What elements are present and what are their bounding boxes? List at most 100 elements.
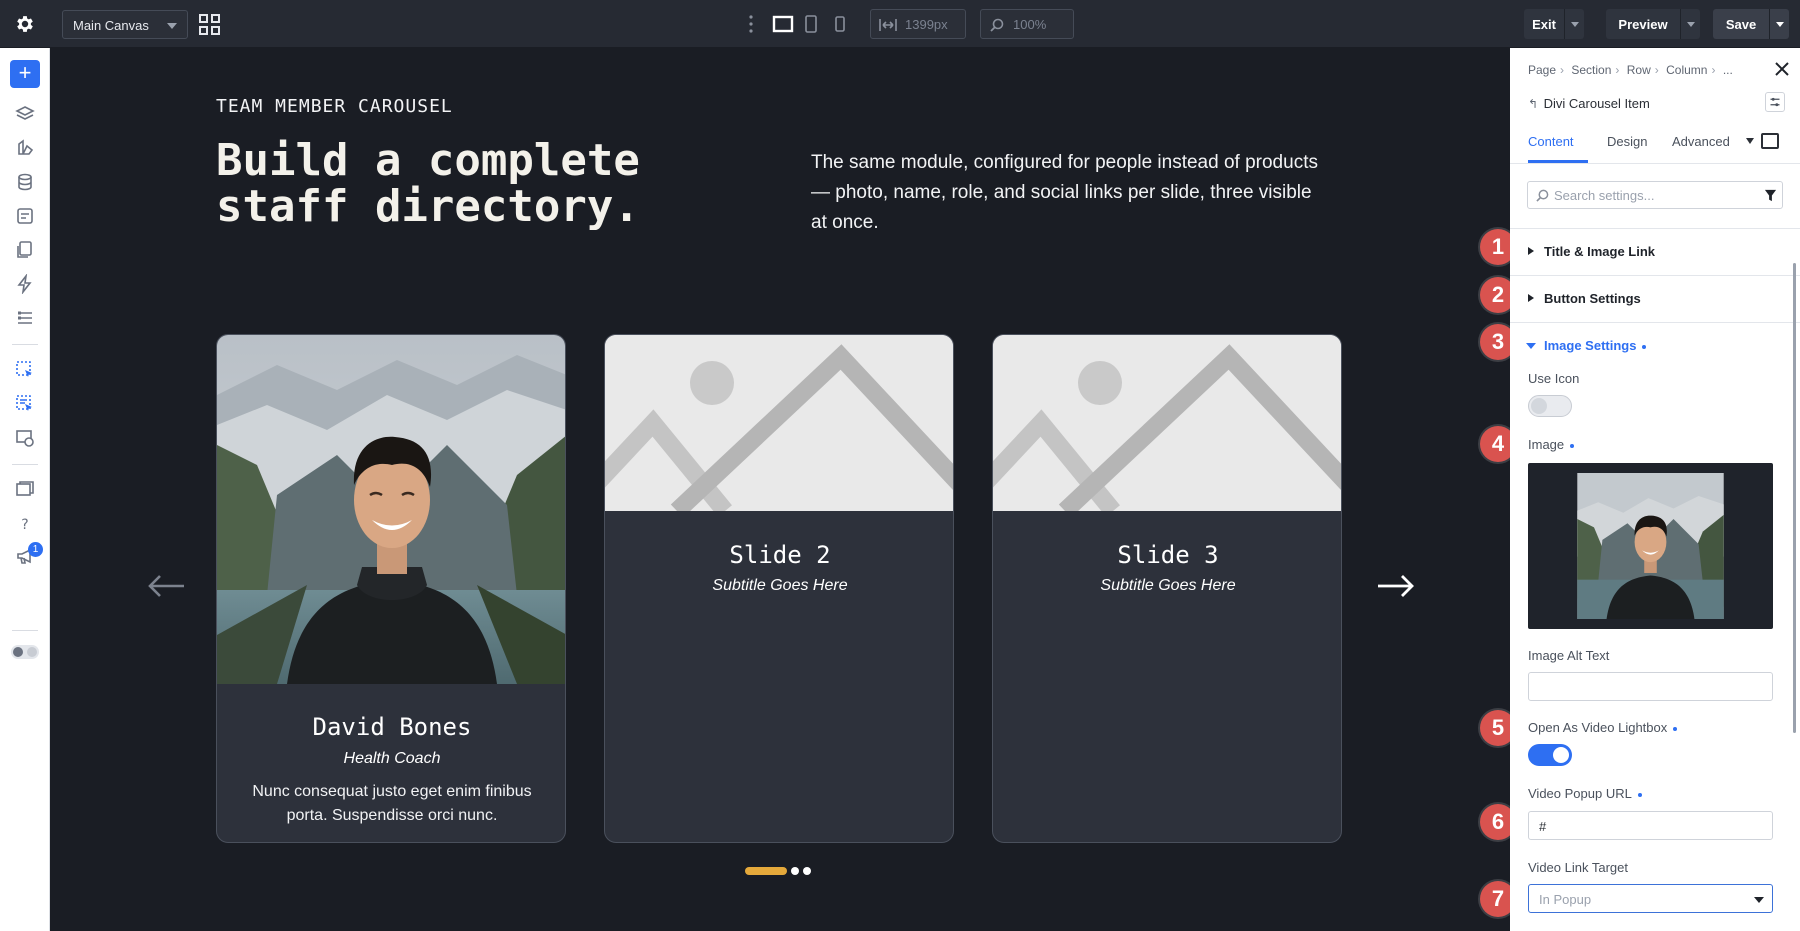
exit-button[interactable]: Exit [1524,9,1564,39]
select-multiple-icon[interactable] [15,394,35,414]
breadcrumb-item[interactable]: Column [1666,63,1707,77]
gear-icon[interactable] [14,13,36,35]
preview-button[interactable]: Preview [1606,9,1680,39]
image-placeholder-icon [993,335,1341,511]
video-url-label: Video Popup URL [1528,786,1642,801]
chevron-right-icon [1528,294,1534,302]
chevron-down-icon [1526,343,1536,349]
module-title: ↰ Divi Carousel Item [1528,96,1650,111]
section-headline: Build a complete staff directory. [216,135,640,232]
video-url-input[interactable]: # [1528,811,1773,840]
filter-icon[interactable] [1764,189,1777,202]
breadcrumb-item[interactable]: ... [1723,63,1733,77]
add-icon: + [18,60,32,85]
breadcrumb-item[interactable]: Row [1627,63,1651,77]
toggle-knob [1531,398,1547,414]
card-subtitle: Subtitle Goes Here [1100,577,1236,594]
grid-view-icon[interactable] [199,14,220,35]
video-url-label-text: Video Popup URL [1528,786,1632,801]
canvases-icon[interactable] [15,480,35,500]
toggle-knob [1553,747,1569,763]
section-title-image-link[interactable]: Title & Image Link [1510,229,1800,276]
save-button[interactable]: Save [1713,9,1769,39]
builder-canvas: TEAM MEMBER CAROUSEL Build a complete st… [50,48,1510,931]
select-element-icon[interactable] [15,360,35,380]
settings-search-input[interactable]: Search settings... [1527,181,1783,209]
exit-button-label: Exit [1532,17,1556,32]
chevron-down-icon[interactable] [1746,138,1754,144]
help-icon[interactable]: ? [15,514,35,534]
modified-indicator [1570,443,1575,448]
database-icon[interactable] [15,172,35,192]
pages-icon[interactable] [15,240,35,260]
video-lightbox-toggle[interactable] [1528,744,1572,766]
panel-layout-icon[interactable] [1761,133,1779,149]
breadcrumb-item[interactable]: Section [1571,63,1611,77]
phone-view-icon[interactable] [834,14,846,34]
canvas-width-input[interactable]: 1399px [870,9,966,39]
zoom-input[interactable]: 100% [980,9,1074,39]
search-placeholder: Search settings... [1554,188,1655,203]
pagination-dot[interactable] [791,867,799,875]
carousel-next-arrow-icon[interactable] [1376,573,1416,599]
section-button-settings[interactable]: Button Settings [1510,276,1800,323]
design-tokens-icon[interactable] [15,138,35,158]
save-dropdown-button[interactable] [1769,9,1789,39]
back-arrow-icon[interactable]: ↰ [1528,97,1540,111]
pagination-dot-active[interactable] [745,867,787,875]
section-title: Button Settings [1544,291,1641,306]
desktop-view-icon[interactable] [772,14,794,34]
pagination-dot[interactable] [803,867,811,875]
tab-content[interactable]: Content [1528,134,1574,149]
team-member-photo [217,335,565,684]
lightning-icon[interactable] [15,274,35,294]
video-target-value: In Popup [1539,892,1592,907]
chevron-down-icon [1687,22,1695,27]
canvas-width-value: 1399px [905,17,948,32]
panel-scrollbar[interactable] [1793,263,1796,733]
canvas-select[interactable]: Main Canvas [62,10,188,39]
width-arrows-icon [879,19,897,31]
section-title: Image Settings [1544,338,1647,353]
list-icon[interactable] [15,308,35,328]
close-icon[interactable] [1775,62,1789,76]
more-vertical-icon[interactable] [748,14,754,34]
preset-view-icon[interactable] [15,428,35,448]
form-icon[interactable] [15,206,35,226]
add-module-button[interactable]: + [10,60,40,88]
use-icon-toggle[interactable] [1528,395,1572,417]
module-options-icon[interactable] [1765,92,1785,112]
chevron-right-icon [1528,247,1534,255]
section-image-settings[interactable]: Image Settings [1510,323,1800,370]
video-target-label: Video Link Target [1528,860,1628,875]
toggle-knob-alt [27,647,37,657]
rail-divider [12,344,38,345]
preview-dropdown-button[interactable] [1680,9,1700,39]
modified-indicator [1637,792,1642,797]
carousel-card[interactable]: David Bones Health Coach Nunc consequat … [216,334,566,843]
image-alt-input[interactable] [1528,672,1773,701]
image-upload-preview[interactable] [1528,463,1773,629]
layers-icon[interactable] [15,104,35,124]
card-title: Slide 3 [1117,541,1219,569]
video-target-select[interactable]: In Popup [1528,884,1773,913]
exit-dropdown-button[interactable] [1564,9,1584,39]
breadcrumb-item[interactable]: Page [1528,63,1556,77]
tablet-view-icon[interactable] [804,14,818,34]
section-title: Title & Image Link [1544,244,1656,259]
carousel-card[interactable]: Slide 2 Subtitle Goes Here [604,334,954,843]
search-icon [990,18,1004,32]
use-icon-label: Use Icon [1528,371,1580,386]
svg-text:?: ? [21,517,28,533]
tab-design[interactable]: Design [1607,134,1647,149]
left-tool-rail: + ? 1 [0,48,50,931]
zoom-value: 100% [1013,17,1047,32]
carousel-prev-arrow-icon[interactable] [146,573,186,599]
settings-panel: Page › Section › Row › Column › ... ↰ Divi C… [1510,48,1800,931]
dark-mode-toggle[interactable] [11,645,39,659]
carousel-card[interactable]: Slide 3 Subtitle Goes Here [992,334,1342,843]
image-placeholder-icon [605,335,953,511]
chevron-down-icon [167,23,177,29]
notification-badge: 1 [28,542,43,557]
tab-advanced[interactable]: Advanced [1672,134,1730,149]
